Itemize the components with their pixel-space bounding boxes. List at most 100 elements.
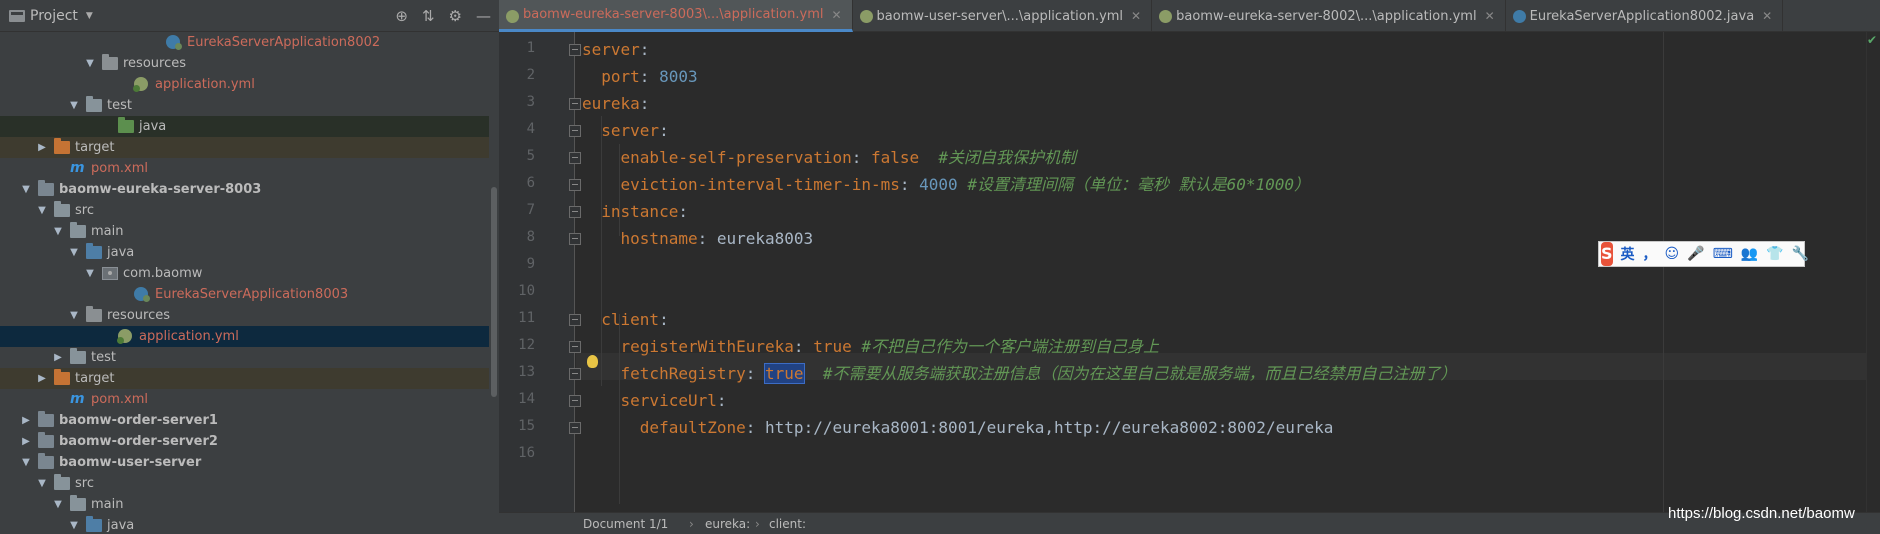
code-line[interactable]: client: bbox=[582, 306, 668, 333]
fold-marker-icon[interactable] bbox=[569, 395, 581, 407]
tree-item[interactable]: m pom.xml bbox=[0, 389, 489, 410]
chevron-down-icon[interactable]: ▼ bbox=[68, 242, 80, 263]
tree-item[interactable]: ▼ src bbox=[0, 473, 489, 494]
tree-item[interactable]: EurekaServerApplication8002 bbox=[0, 32, 489, 53]
close-icon[interactable]: ✕ bbox=[1131, 9, 1141, 23]
keyboard-icon[interactable]: ⌨ bbox=[1713, 246, 1733, 262]
tree-item[interactable]: ▶ target bbox=[0, 137, 489, 158]
chevron-down-icon[interactable]: ▼ bbox=[52, 221, 64, 242]
ime-lang-toggle[interactable]: 英 bbox=[1621, 244, 1635, 264]
tree-item[interactable]: application.yml bbox=[0, 74, 489, 95]
breadcrumb-eureka[interactable]: eureka: bbox=[705, 513, 750, 534]
code-line[interactable]: fetchRegistry: true #不需要从服务端获取注册信息（因为在这里… bbox=[582, 360, 1456, 387]
tree-item[interactable]: ▼ test bbox=[0, 95, 489, 116]
editor-tab[interactable]: baomw-user-server\...\application.yml ✕ bbox=[853, 0, 1153, 32]
line-number: 8 bbox=[526, 229, 535, 245]
chevron-down-icon[interactable]: ▼ bbox=[20, 179, 32, 200]
fold-marker-icon[interactable] bbox=[569, 206, 581, 218]
chevron-down-icon[interactable]: ▼ bbox=[84, 263, 96, 284]
chevron-down-icon[interactable]: ▼ bbox=[36, 200, 48, 221]
tree-item[interactable]: ▼ baomw-eureka-server-8003 bbox=[0, 179, 489, 200]
chevron-right-icon[interactable]: ▶ bbox=[20, 410, 32, 431]
fold-marker-icon[interactable] bbox=[569, 368, 581, 380]
chevron-down-icon[interactable]: ▼ bbox=[84, 53, 96, 74]
code-line[interactable]: serviceUrl: bbox=[582, 387, 727, 414]
code-line[interactable]: hostname: eureka8003 bbox=[582, 225, 814, 252]
tree-item[interactable]: ▼ java bbox=[0, 515, 489, 534]
close-icon[interactable]: ✕ bbox=[1485, 9, 1495, 23]
chevron-down-icon[interactable]: ▼ bbox=[52, 494, 64, 515]
chevron-right-icon[interactable]: ▶ bbox=[36, 368, 48, 389]
code-line[interactable]: eviction-interval-timer-in-ms: 4000 #设置清… bbox=[582, 171, 1311, 198]
tree-item[interactable]: m pom.xml bbox=[0, 158, 489, 179]
emoji-icon[interactable]: ☺ bbox=[1665, 246, 1680, 262]
code-line[interactable]: eureka: bbox=[582, 90, 649, 117]
project-scrollbar[interactable] bbox=[491, 187, 497, 397]
chevron-down-icon[interactable]: ▼ bbox=[20, 452, 32, 473]
chevron-down-icon[interactable]: ▼ bbox=[68, 515, 80, 534]
tree-item[interactable]: ▼ java bbox=[0, 242, 489, 263]
microphone-icon[interactable]: 🎤 bbox=[1687, 246, 1704, 262]
breadcrumb-client[interactable]: client: bbox=[769, 513, 806, 534]
folder-icon bbox=[70, 495, 86, 511]
fold-marker-icon[interactable] bbox=[569, 98, 581, 110]
editor-tab[interactable]: baomw-eureka-server-8003\...\application… bbox=[499, 0, 853, 32]
code-line[interactable]: defaultZone: http://eureka8001:8001/eure… bbox=[582, 414, 1334, 441]
chevron-right-icon[interactable]: ▶ bbox=[20, 431, 32, 452]
punctuation-icon[interactable]: ， bbox=[1643, 244, 1657, 264]
editor-scrollbar[interactable] bbox=[1866, 32, 1880, 512]
code-line[interactable]: port: 8003 bbox=[582, 63, 697, 90]
chevron-down-icon[interactable]: ▼ bbox=[68, 305, 80, 326]
fold-marker-icon[interactable] bbox=[569, 314, 581, 326]
module-folder-icon bbox=[38, 453, 54, 469]
chevron-right-icon[interactable]: ▶ bbox=[52, 347, 64, 368]
fold-marker-icon[interactable] bbox=[569, 422, 581, 434]
wrench-icon[interactable]: 🔧 bbox=[1792, 246, 1809, 262]
ime-toolbar[interactable]: S 英 ， ☺ 🎤 ⌨ 👥 👕 🔧 bbox=[1598, 241, 1809, 267]
users-icon[interactable]: 👥 bbox=[1741, 246, 1758, 262]
tree-item[interactable]: ▶ baomw-order-server2 bbox=[0, 431, 489, 452]
code-line[interactable]: registerWithEureka: true #不把自己作为一个客户端注册到… bbox=[582, 333, 1159, 360]
target-icon[interactable]: ⊕ bbox=[395, 7, 408, 25]
project-panel-title[interactable]: Project bbox=[30, 8, 78, 24]
tree-item[interactable]: ▼ resources bbox=[0, 53, 489, 74]
code-line[interactable]: instance: bbox=[582, 198, 688, 225]
tree-item[interactable]: ▶ target bbox=[0, 368, 489, 389]
tree-item[interactable]: ▼ src bbox=[0, 200, 489, 221]
chevron-right-icon[interactable]: ▶ bbox=[36, 137, 48, 158]
tree-item[interactable]: EurekaServerApplication8003 bbox=[0, 284, 489, 305]
editor-tab[interactable]: baomw-eureka-server-8002\...\application… bbox=[1152, 0, 1506, 32]
tree-item-label: src bbox=[75, 476, 94, 491]
line-number: 11 bbox=[518, 310, 535, 326]
tree-item[interactable]: application.yml bbox=[0, 326, 489, 347]
editor-tab[interactable]: EurekaServerApplication8002.java ✕ bbox=[1506, 0, 1784, 32]
close-icon[interactable]: ✕ bbox=[1762, 9, 1772, 23]
gear-icon[interactable]: ⚙ bbox=[449, 7, 462, 25]
chevron-down-icon[interactable]: ▼ bbox=[86, 11, 93, 21]
tree-item[interactable]: ▼ com.baomw bbox=[0, 263, 489, 284]
code-line[interactable]: enable-self-preservation: false #关闭自我保护机… bbox=[582, 144, 1077, 171]
chevron-down-icon[interactable]: ▼ bbox=[68, 95, 80, 116]
fold-marker-icon[interactable] bbox=[569, 341, 581, 353]
tree-item[interactable]: ▶ baomw-order-server1 bbox=[0, 410, 489, 431]
hide-icon[interactable]: — bbox=[476, 7, 491, 25]
tree-item[interactable]: ▼ baomw-user-server bbox=[0, 452, 489, 473]
tree-item[interactable]: ▶ test bbox=[0, 347, 489, 368]
sogou-logo-icon[interactable]: S bbox=[1601, 242, 1613, 266]
tree-item[interactable]: java bbox=[0, 116, 489, 137]
fold-marker-icon[interactable] bbox=[569, 179, 581, 191]
code-area[interactable]: server: port: 8003 eureka: server: enable… bbox=[582, 32, 1862, 512]
close-icon[interactable]: ✕ bbox=[831, 8, 841, 22]
tree-item[interactable]: ▼ main bbox=[0, 494, 489, 515]
code-line[interactable]: server: bbox=[582, 36, 649, 63]
fold-marker-icon[interactable] bbox=[569, 125, 581, 137]
collapse-icon[interactable]: ⇅ bbox=[422, 7, 435, 25]
fold-marker-icon[interactable] bbox=[569, 152, 581, 164]
code-line[interactable]: server: bbox=[582, 117, 668, 144]
tree-item[interactable]: ▼ resources bbox=[0, 305, 489, 326]
fold-marker-icon[interactable] bbox=[569, 44, 581, 56]
chevron-down-icon[interactable]: ▼ bbox=[36, 473, 48, 494]
tree-item[interactable]: ▼ main bbox=[0, 221, 489, 242]
skin-icon[interactable]: 👕 bbox=[1766, 246, 1783, 262]
fold-marker-icon[interactable] bbox=[569, 233, 581, 245]
